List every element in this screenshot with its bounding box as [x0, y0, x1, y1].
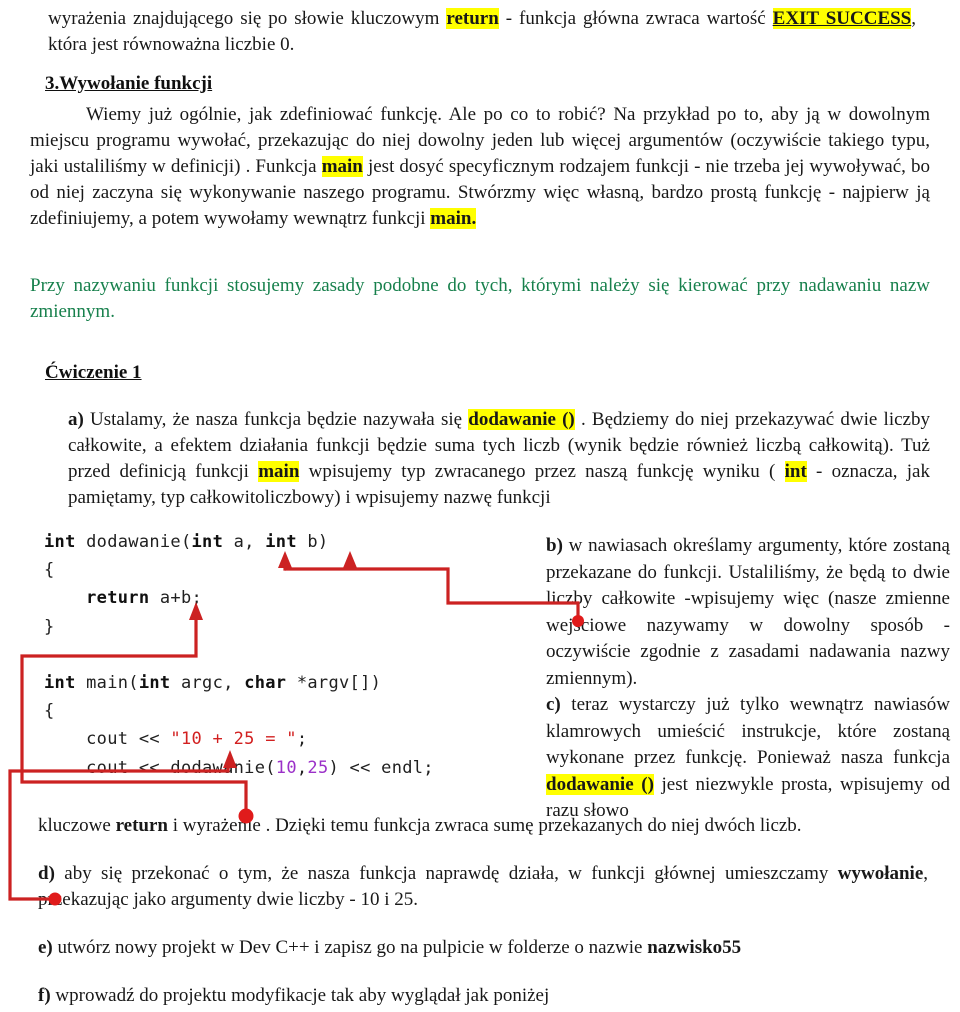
- green-note-paragraph: Przy nazywaniu funkcji stosujemy zasady …: [30, 275, 930, 322]
- keyword-main-highlight-1: main: [321, 156, 363, 177]
- code-token: {: [44, 560, 55, 581]
- caption-line: kluczowe return i wyrażenie . Dzięki tem…: [38, 813, 928, 839]
- code-line: int main(int argc, char *argv[]): [44, 669, 544, 697]
- document-page: wyrażenia znajdującego się po słowie klu…: [0, 0, 960, 1012]
- code-token-kw: return: [86, 588, 150, 609]
- keyword-int-highlight: int: [784, 461, 807, 482]
- item-d-text-1: aby się przekonać o tym, że nasza funkcj…: [54, 863, 838, 884]
- keyword-dodawanie-highlight-2: dodawanie (): [546, 773, 654, 795]
- code-line: cout << dodawanie(10,25) << endl;: [44, 754, 544, 782]
- item-a-label: a): [68, 409, 84, 430]
- code-token: argc,: [170, 673, 245, 694]
- code-token: ;: [296, 729, 308, 750]
- caption-text-1: kluczowe: [38, 815, 116, 836]
- keyword-exit-success-highlight: EXIT SUCCESS: [772, 8, 912, 29]
- code-line: }: [44, 613, 544, 641]
- code-token-str: "10 + 25 = ": [170, 729, 297, 750]
- item-e-paragraph: e) utwórz nowy projekt w Dev C++ i zapis…: [38, 935, 928, 961]
- top-paragraph-text-2: - funkcja główna zwraca wartość: [498, 8, 773, 29]
- code-token: a+b;: [149, 588, 203, 609]
- section-paragraph: Wiemy już ogólnie, jak zdefiniować funkc…: [30, 102, 930, 232]
- keyword-main-highlight-2: main.: [430, 208, 477, 229]
- code-token: ) << endl;: [328, 757, 434, 778]
- top-paragraph-text-1: wyrażenia znajdującego się po słowie klu…: [48, 8, 447, 29]
- code-line: {: [44, 556, 544, 584]
- item-a-paragraph: a) Ustalamy, że nasza funkcja będzie naz…: [68, 407, 930, 511]
- code-token: dodawanie(: [75, 532, 192, 552]
- item-f-text: wprowadź do projektu modyfikacje tak aby…: [50, 985, 550, 1006]
- section-heading: 3.Wywołanie funkcji: [45, 73, 213, 94]
- code-token-num: 10: [275, 757, 297, 778]
- item-c-label: c): [546, 694, 561, 715]
- top-paragraph: wyrażenia znajdującego się po słowie klu…: [48, 6, 916, 58]
- keyword-main-highlight-3: main: [258, 461, 300, 482]
- code-token: {: [44, 701, 55, 722]
- item-a-text-1: Ustalamy, że nasza funkcja będzie nazywa…: [83, 409, 469, 430]
- code-token: cout << dodawanie(: [44, 757, 276, 778]
- code-token-kw: int: [44, 673, 76, 694]
- caption-text-2: i wyrażenie . Dzięki temu funkcja zwraca…: [167, 815, 802, 836]
- item-e-label: e): [38, 937, 53, 958]
- code-line: {: [44, 697, 544, 725]
- keyword-return-highlight: return: [446, 8, 499, 29]
- code-token-num: 25: [307, 757, 329, 778]
- item-d-paragraph: d) aby się przekonać o tym, że nasza fun…: [38, 861, 928, 913]
- keyword-return-bold: return: [115, 815, 168, 836]
- code-token: main(: [75, 673, 139, 694]
- keyword-nazwisko55-bold: nazwisko55: [647, 937, 742, 958]
- item-f-label: f): [38, 985, 51, 1006]
- item-d-label: d): [38, 863, 55, 884]
- item-f-paragraph: f) wprowadź do projektu modyfikacje tak …: [38, 983, 928, 1009]
- code-token: ,: [296, 757, 308, 778]
- code-token-kw: int: [138, 673, 171, 694]
- item-e-text: utwórz nowy projekt w Dev C++ i zapisz g…: [52, 937, 648, 958]
- keyword-wywolanie-bold: wywołanie: [837, 863, 924, 884]
- code-block: int dodawanie(int a, int b){ return a+b;…: [44, 528, 544, 782]
- item-b-text: w nawiasach określamy argumenty, które z…: [546, 535, 950, 689]
- code-line: int dodawanie(int a, int b): [44, 528, 544, 556]
- keyword-dodawanie-highlight-1: dodawanie (): [468, 409, 575, 430]
- item-b-label: b): [546, 535, 563, 556]
- code-token: *argv[]): [286, 673, 382, 694]
- code-token: b): [296, 532, 329, 552]
- code-line: return a+b;: [44, 584, 544, 612]
- code-token: cout <<: [44, 729, 171, 750]
- code-token: }: [44, 616, 55, 637]
- code-token-kw: char: [244, 673, 287, 694]
- right-column: b) w nawiasach określamy argumenty, któr…: [546, 533, 950, 825]
- item-a-text-3: wpisujemy typ zwracanego przez naszą fun…: [299, 461, 785, 482]
- code-token-kw: int: [191, 532, 224, 552]
- code-line: cout << "10 + 25 = ";: [44, 725, 544, 753]
- code-token-kw: int: [44, 532, 76, 552]
- code-token-kw: int: [265, 532, 297, 552]
- exercise-heading: Ćwiczenie 1: [45, 362, 142, 383]
- code-token: a,: [223, 532, 266, 552]
- item-c-text-1: teraz wystarczy już tylko wewnątrz nawia…: [546, 694, 950, 768]
